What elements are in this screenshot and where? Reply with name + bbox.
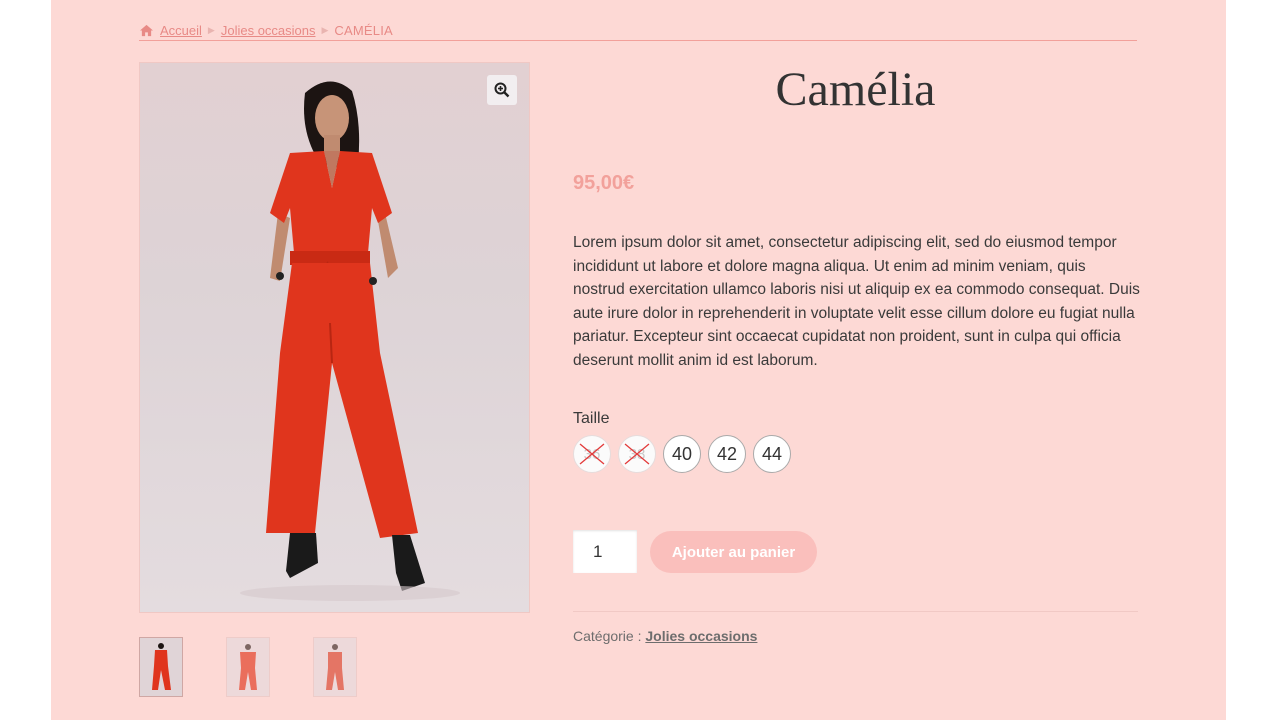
thumbnail-2[interactable] xyxy=(226,637,270,697)
product-title: Camélia xyxy=(775,63,936,116)
breadcrumb-category-link[interactable]: Jolies occasions xyxy=(221,23,316,38)
thumbnail-photo xyxy=(239,644,257,690)
breadcrumb: Accueil ▶ Jolies occasions ▶ CAMÉLIA xyxy=(139,20,1137,41)
category-label: Catégorie : xyxy=(573,628,642,644)
product-description: Lorem ipsum dolor sit amet, consectetur … xyxy=(573,234,1140,369)
breadcrumb-current: CAMÉLIA xyxy=(334,22,393,38)
size-option-44[interactable]: 44 xyxy=(753,435,791,473)
product-page: Accueil ▶ Jolies occasions ▶ CAMÉLIA Cam… xyxy=(51,0,1226,720)
thumbnail-photo xyxy=(326,644,344,690)
thumbnail-strip xyxy=(139,637,357,697)
category-link[interactable]: Jolies occasions xyxy=(645,628,757,644)
zoom-button[interactable] xyxy=(487,75,517,105)
thumbnail-1[interactable] xyxy=(139,637,183,697)
product-main-image[interactable] xyxy=(139,62,530,613)
product-photo xyxy=(240,81,460,601)
size-option-40[interactable]: 40 xyxy=(663,435,701,473)
size-option-label: 42 xyxy=(716,443,738,464)
chevron-right-icon: ▶ xyxy=(321,24,329,35)
size-option-label: 44 xyxy=(761,443,783,464)
thumbnail-photo xyxy=(152,643,171,690)
divider xyxy=(573,611,1138,612)
quantity-input[interactable] xyxy=(573,530,637,573)
add-to-cart-button[interactable]: Ajouter au panier xyxy=(650,531,817,573)
unavailable-cross-icon xyxy=(624,443,650,465)
size-label: Taille xyxy=(573,410,610,427)
size-option-36[interactable]: 36 xyxy=(573,435,611,473)
product-category: Catégorie : Jolies occasions xyxy=(573,628,757,644)
product-price: 95,00€ xyxy=(573,172,635,194)
size-selector: 36 38 40 42 44 xyxy=(573,435,791,473)
size-option-label: 40 xyxy=(671,443,693,464)
size-option-38[interactable]: 38 xyxy=(618,435,656,473)
unavailable-cross-icon xyxy=(579,443,605,465)
breadcrumb-home-link[interactable]: Accueil xyxy=(160,23,202,38)
thumbnail-3[interactable] xyxy=(313,637,357,697)
home-icon[interactable] xyxy=(139,24,154,37)
size-option-42[interactable]: 42 xyxy=(708,435,746,473)
zoom-in-icon xyxy=(494,82,510,98)
chevron-right-icon: ▶ xyxy=(207,24,215,35)
